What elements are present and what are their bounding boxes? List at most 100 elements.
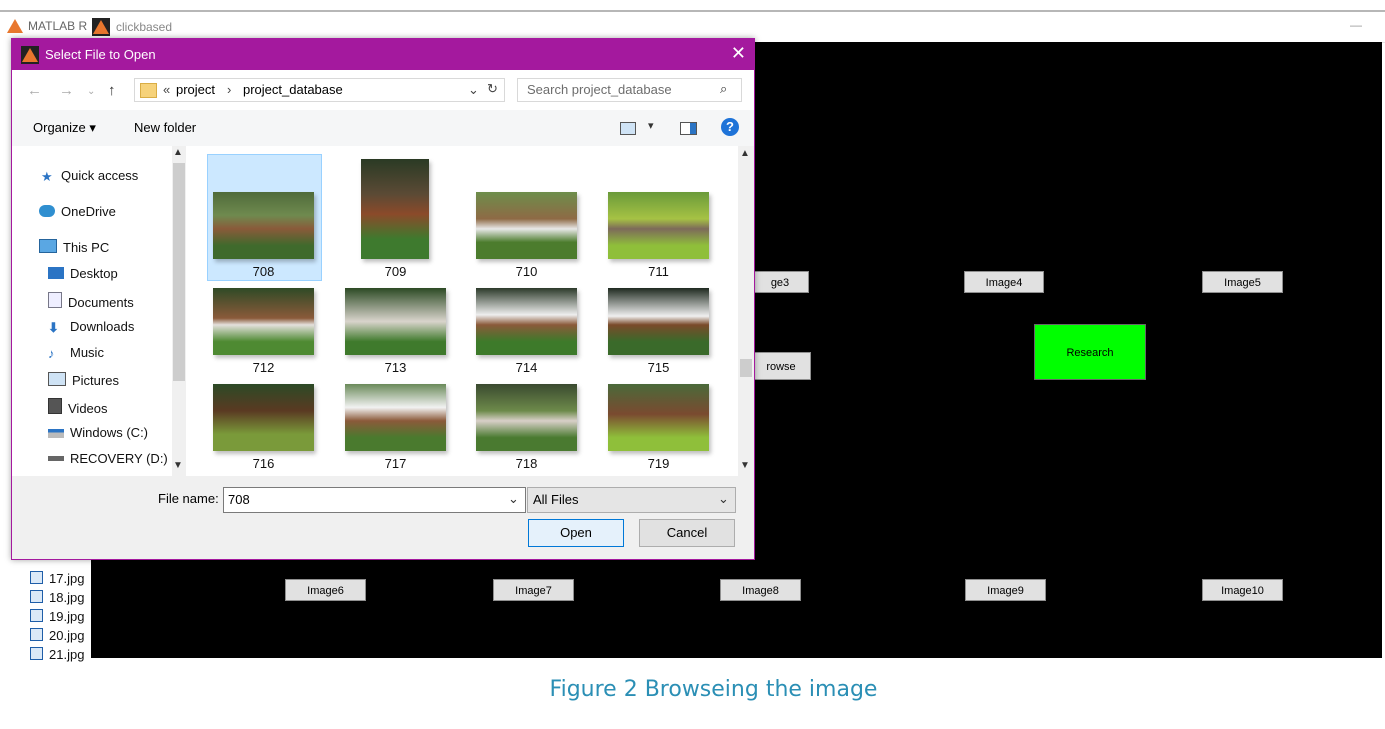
- file-label[interactable]: 708: [213, 264, 314, 279]
- file-thumbnail[interactable]: [213, 288, 314, 355]
- file-thumbnail[interactable]: [608, 192, 709, 259]
- image9-button[interactable]: Image9: [965, 579, 1046, 601]
- nav-this-pc[interactable]: This PC: [39, 239, 109, 255]
- help-icon[interactable]: ?: [721, 118, 739, 136]
- image-file-icon: [30, 628, 43, 641]
- file-thumbnail[interactable]: [608, 288, 709, 355]
- search-icon: ⌕: [720, 81, 728, 96]
- file-label[interactable]: 710: [476, 264, 577, 279]
- nav-pictures[interactable]: Pictures: [48, 372, 119, 388]
- breadcrumb-project[interactable]: project: [176, 82, 215, 97]
- file-label[interactable]: 715: [608, 360, 709, 375]
- breadcrumb-overflow[interactable]: «: [163, 82, 170, 97]
- nav-scroll-thumb[interactable]: [173, 163, 185, 381]
- image8-button[interactable]: Image8: [720, 579, 801, 601]
- matlab-logo-icon: [7, 19, 23, 33]
- file-thumbnail[interactable]: [213, 384, 314, 451]
- list-item[interactable]: 20.jpg: [30, 626, 84, 645]
- file-thumbnail[interactable]: [476, 288, 577, 355]
- view-dropdown-icon[interactable]: ▾: [648, 119, 654, 132]
- search-placeholder: Search project_database: [527, 82, 672, 97]
- file-label[interactable]: 713: [345, 360, 446, 375]
- nav-quick-access[interactable]: ★ Quick access: [41, 168, 138, 184]
- address-dropdown-icon[interactable]: ⌄: [468, 82, 479, 98]
- search-input[interactable]: Search project_database ⌕: [517, 78, 742, 102]
- music-note-icon: ♪: [48, 346, 55, 361]
- open-button[interactable]: Open: [528, 519, 624, 547]
- file-thumbnail[interactable]: [476, 384, 577, 451]
- close-icon[interactable]: ✕: [731, 43, 746, 64]
- view-options-icon[interactable]: [620, 122, 636, 135]
- grid-scroll-down-icon[interactable]: ▼: [740, 460, 750, 471]
- chevron-down-icon[interactable]: ⌄: [508, 491, 519, 507]
- file-label[interactable]: 712: [213, 360, 314, 375]
- file-name-label: File name:: [158, 491, 219, 506]
- file-label[interactable]: 717: [345, 456, 446, 471]
- file-label[interactable]: 709: [345, 264, 446, 279]
- new-folder-button[interactable]: New folder: [134, 120, 196, 135]
- cancel-button[interactable]: Cancel: [639, 519, 735, 547]
- nav-recovery-d[interactable]: RECOVERY (D:): [48, 451, 168, 466]
- image6-button[interactable]: Image6: [285, 579, 366, 601]
- image-file-icon: [30, 571, 43, 584]
- grid-scrollbar[interactable]: [738, 146, 754, 476]
- file-type-value: All Files: [533, 492, 579, 507]
- image3-button[interactable]: ge3: [751, 271, 809, 293]
- image10-button[interactable]: Image10: [1202, 579, 1283, 601]
- dialog-title: Select File to Open: [45, 47, 156, 62]
- file-thumbnail[interactable]: [608, 384, 709, 451]
- file-label[interactable]: 714: [476, 360, 577, 375]
- nav-windows-c[interactable]: Windows (C:): [48, 425, 148, 440]
- matlab-window-label[interactable]: MATLAB R: [28, 19, 87, 33]
- image4-button[interactable]: Image4: [964, 271, 1044, 293]
- file-thumbnail[interactable]: [476, 192, 577, 259]
- list-item[interactable]: 21.jpg: [30, 645, 84, 664]
- preview-pane-icon[interactable]: [680, 122, 697, 135]
- list-item[interactable]: 18.jpg: [30, 588, 84, 607]
- recent-dropdown-icon[interactable]: ⌄: [87, 86, 95, 97]
- drive-icon: [48, 456, 64, 461]
- minimize-button[interactable]: —: [1350, 18, 1362, 32]
- navigation-pane: ★ Quick access OneDrive This PC Desktop D…: [12, 146, 184, 476]
- file-label[interactable]: 716: [213, 456, 314, 471]
- image-file-icon: [30, 590, 43, 603]
- file-thumbnail[interactable]: [361, 159, 429, 259]
- image5-button[interactable]: Image5: [1202, 271, 1283, 293]
- file-label[interactable]: 711: [608, 264, 709, 279]
- grid-scroll-up-icon[interactable]: ▲: [740, 148, 750, 159]
- file-thumbnail[interactable]: [345, 384, 446, 451]
- drive-icon: [48, 429, 64, 438]
- up-arrow-icon[interactable]: ↑: [108, 82, 116, 99]
- list-item[interactable]: 17.jpg: [30, 569, 84, 588]
- file-type-select[interactable]: All Files ⌄: [527, 487, 736, 513]
- file-label[interactable]: 719: [608, 456, 709, 471]
- refresh-icon[interactable]: ↻: [487, 81, 498, 97]
- nav-music[interactable]: ♪ Music: [48, 345, 104, 361]
- nav-documents[interactable]: Documents: [48, 292, 134, 310]
- nav-scroll-up-icon[interactable]: ▲: [173, 147, 183, 158]
- list-item[interactable]: 19.jpg: [30, 607, 84, 626]
- figure-title: clickbased: [116, 20, 173, 34]
- nav-downloads[interactable]: ⬇ Downloads: [48, 319, 134, 335]
- nav-desktop[interactable]: Desktop: [48, 266, 118, 281]
- file-name-field[interactable]: 708 ⌄: [223, 487, 526, 513]
- address-bar[interactable]: « project › project_database ⌄ ↻: [134, 78, 505, 102]
- forward-arrow-icon[interactable]: →: [59, 82, 74, 99]
- back-arrow-icon[interactable]: ←: [27, 82, 42, 99]
- file-thumbnail[interactable]: [345, 288, 446, 355]
- image7-button[interactable]: Image7: [493, 579, 574, 601]
- grid-scroll-thumb[interactable]: [740, 359, 752, 377]
- breadcrumb-project-database[interactable]: project_database: [243, 82, 343, 97]
- file-thumbnail[interactable]: [213, 192, 314, 259]
- research-button[interactable]: Research: [1034, 324, 1146, 380]
- dialog-toolbar: Organize ▾ New folder ▾ ?: [12, 110, 754, 147]
- browse-button[interactable]: rowse: [751, 352, 811, 380]
- nav-scroll-down-icon[interactable]: ▼: [173, 460, 183, 471]
- download-arrow-icon: ⬇: [48, 320, 59, 335]
- organize-button[interactable]: Organize ▾: [33, 120, 96, 136]
- nav-videos[interactable]: Videos: [48, 398, 108, 416]
- file-label[interactable]: 718: [476, 456, 577, 471]
- file-grid: 708 709 710 711 712 713 714 715 716 717 …: [186, 146, 739, 476]
- nav-onedrive[interactable]: OneDrive: [39, 204, 116, 219]
- image-file-icon: [30, 647, 43, 660]
